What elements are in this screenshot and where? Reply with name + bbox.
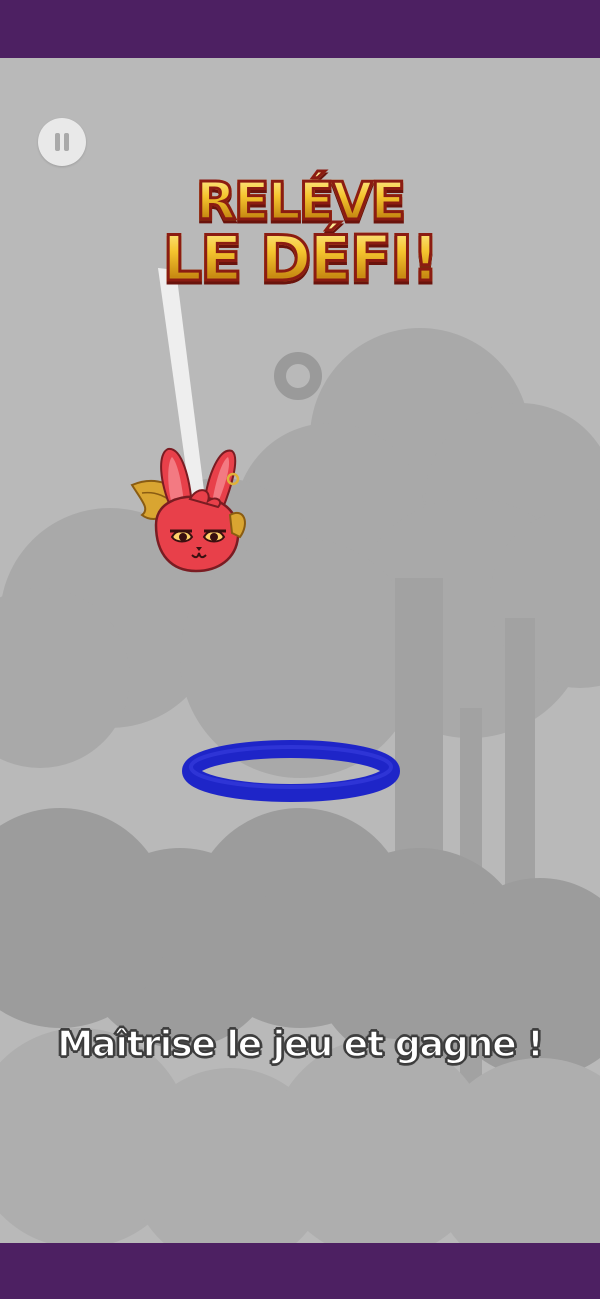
game-stage[interactable]: RELÉVE LE DÉFI! Maîtrise le jeu et gagne…	[0, 58, 600, 1243]
pause-icon	[55, 133, 60, 151]
pause-button[interactable]	[38, 118, 86, 166]
title-line-1: RELÉVE	[195, 172, 408, 232]
small-ring	[274, 352, 322, 400]
title-line-2: LE DÉFI!	[161, 222, 441, 295]
blue-ring[interactable]	[178, 739, 404, 803]
winged-bunny-icon	[130, 448, 246, 573]
tagline: Maîtrise le jeu et gagne !	[57, 1023, 545, 1066]
bottom-frame-bar	[0, 1243, 600, 1299]
top-frame-bar	[0, 0, 600, 58]
